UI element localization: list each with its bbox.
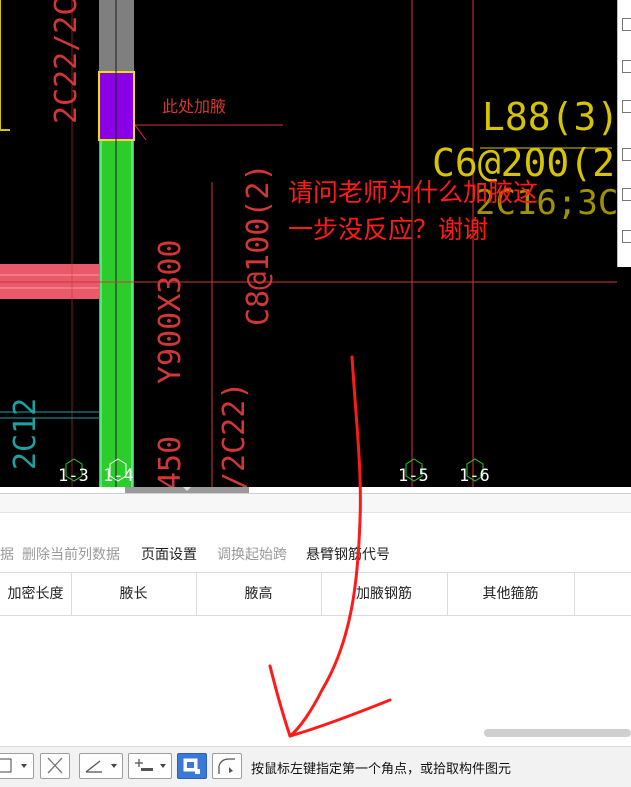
header-dense-length[interactable]: 加密长度 <box>0 573 72 615</box>
rect-select-icon <box>0 758 27 773</box>
splitter-arrow-icon[interactable] <box>183 487 191 491</box>
page-setup-button[interactable]: 页面设置 <box>141 544 197 564</box>
tool-icon[interactable] <box>622 18 631 31</box>
question-annotation: 请问老师为什么加腋这 一步没反应？谢谢 <box>288 174 628 248</box>
status-prompt: 按鼠标左键指定第一个角点，或拾取构件图元 <box>251 762 512 777</box>
haunch-label: 此处加腋 <box>162 97 226 116</box>
swap-start-span-button[interactable]: 调换起始跨 <box>217 544 287 564</box>
axis-marker-1-5[interactable]: 1-5 <box>398 458 429 486</box>
horizontal-scrollbar[interactable] <box>484 729 631 737</box>
beam-vertical-label: 2C22/2C <box>49 0 84 124</box>
column-size: Y900X300 <box>153 240 188 385</box>
axis-marker-1-3[interactable]: 1-3 <box>58 458 89 486</box>
arc-icon <box>218 758 235 774</box>
cantilever-code-button[interactable]: 悬臂钢筋代号 <box>306 544 390 564</box>
beam-name: L88(3) <box>482 95 619 139</box>
toolbar-item-partial[interactable]: 据 <box>0 544 14 564</box>
tool-icon[interactable] <box>622 148 631 161</box>
tool-icon[interactable] <box>622 60 631 73</box>
snap-mode-dropdown[interactable] <box>0 753 34 779</box>
status-bar: 按鼠标左键指定第一个角点，或拾取构件图元 <box>0 746 631 787</box>
header-haunch-rebar[interactable]: 加腋钢筋 <box>321 573 448 615</box>
panel-titlebar <box>0 494 631 513</box>
question-line-1: 请问老师为什么加腋这 <box>288 178 539 207</box>
question-line-2: 一步没反应？谢谢 <box>288 215 489 244</box>
stirrup-dense: C8@100(2) <box>241 163 276 326</box>
offset-dropdown[interactable] <box>128 753 172 779</box>
cross-snap-button[interactable] <box>40 753 70 779</box>
dynamic-input-toggle[interactable] <box>177 753 207 779</box>
dim-450: 450 <box>153 436 188 487</box>
bottom-rebar: /2C22) <box>217 382 252 487</box>
angle-icon <box>85 760 117 773</box>
header-haunch-length[interactable]: 腋长 <box>71 573 197 615</box>
table-header-row: 加密长度 腋长 腋高 加腋钢筋 其他箍筋 <box>0 572 631 616</box>
svg-text:1-4: 1-4 <box>103 466 134 486</box>
dynamic-input-icon <box>183 758 200 774</box>
header-haunch-height[interactable]: 腋高 <box>196 573 322 615</box>
left-rebar: 2C12 <box>8 398 43 470</box>
offset-icon <box>135 759 166 771</box>
svg-text:1-5: 1-5 <box>398 466 429 486</box>
angle-snap-dropdown[interactable] <box>79 753 123 779</box>
svg-text:1-3: 1-3 <box>58 466 89 486</box>
span-table-panel: 据 删除当前列数据 页面设置 调换起始跨 悬臂钢筋代号 加密长度 腋长 腋高 加… <box>0 493 631 787</box>
axis-marker-1-6[interactable]: 1-6 <box>459 458 490 486</box>
header-other-stirrups[interactable]: 其他箍筋 <box>447 573 575 615</box>
svg-text:1-6: 1-6 <box>459 466 490 486</box>
tool-icon[interactable] <box>622 100 631 113</box>
delete-column-button[interactable]: 删除当前列数据 <box>22 544 120 564</box>
cross-icon <box>47 757 63 774</box>
arc-snap-button[interactable] <box>212 753 242 779</box>
